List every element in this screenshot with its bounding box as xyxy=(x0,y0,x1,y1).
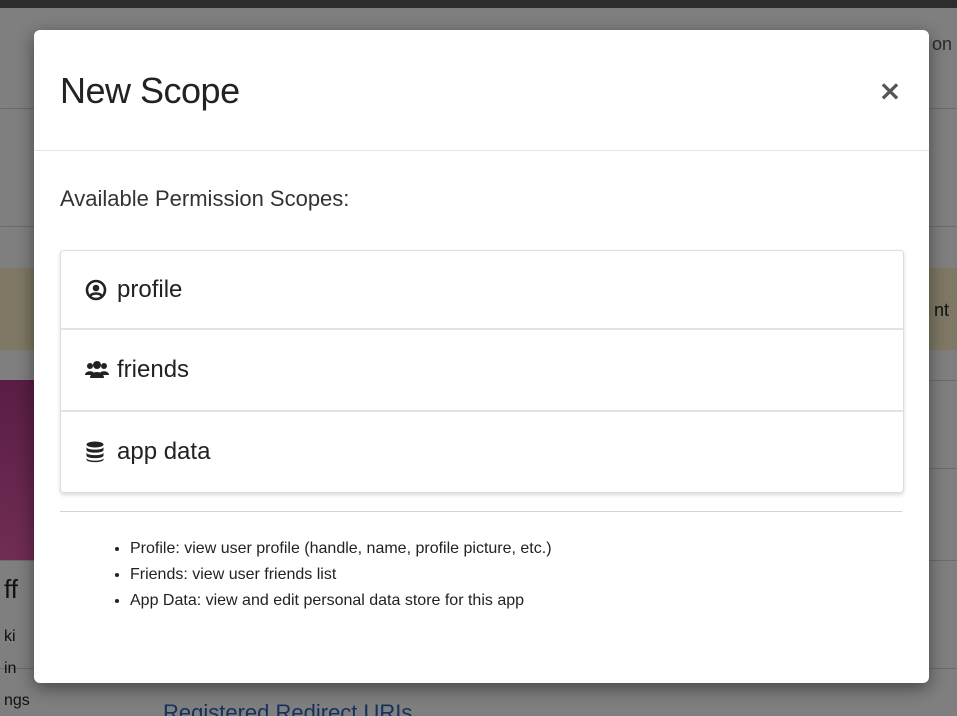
new-scope-modal: New Scope × Available Permission Scopes:… xyxy=(34,30,929,683)
user-circle-icon xyxy=(85,279,107,301)
database-icon xyxy=(85,441,107,463)
users-group-icon xyxy=(85,359,109,381)
list-item: App Data: view and edit personal data st… xyxy=(130,588,552,614)
scope-label: friends xyxy=(117,356,190,383)
modal-header: New Scope × xyxy=(34,30,929,151)
close-button[interactable]: × xyxy=(875,76,905,106)
divider xyxy=(60,511,902,512)
scope-description-list: Profile: view user profile (handle, name… xyxy=(98,536,552,614)
list-item: Profile: view user profile (handle, name… xyxy=(130,536,552,562)
modal-title: New Scope xyxy=(60,70,240,111)
available-scopes-label: Available Permission Scopes: xyxy=(60,186,350,211)
scope-item-profile[interactable]: profile xyxy=(61,251,903,330)
scope-list: profile friends app data xyxy=(60,250,904,493)
scope-item-app-data[interactable]: app data xyxy=(61,412,903,492)
scope-item-friends[interactable]: friends xyxy=(61,330,903,412)
scope-label: app data xyxy=(117,438,211,465)
list-item: Friends: view user friends list xyxy=(130,562,552,588)
scope-label: profile xyxy=(117,275,183,303)
